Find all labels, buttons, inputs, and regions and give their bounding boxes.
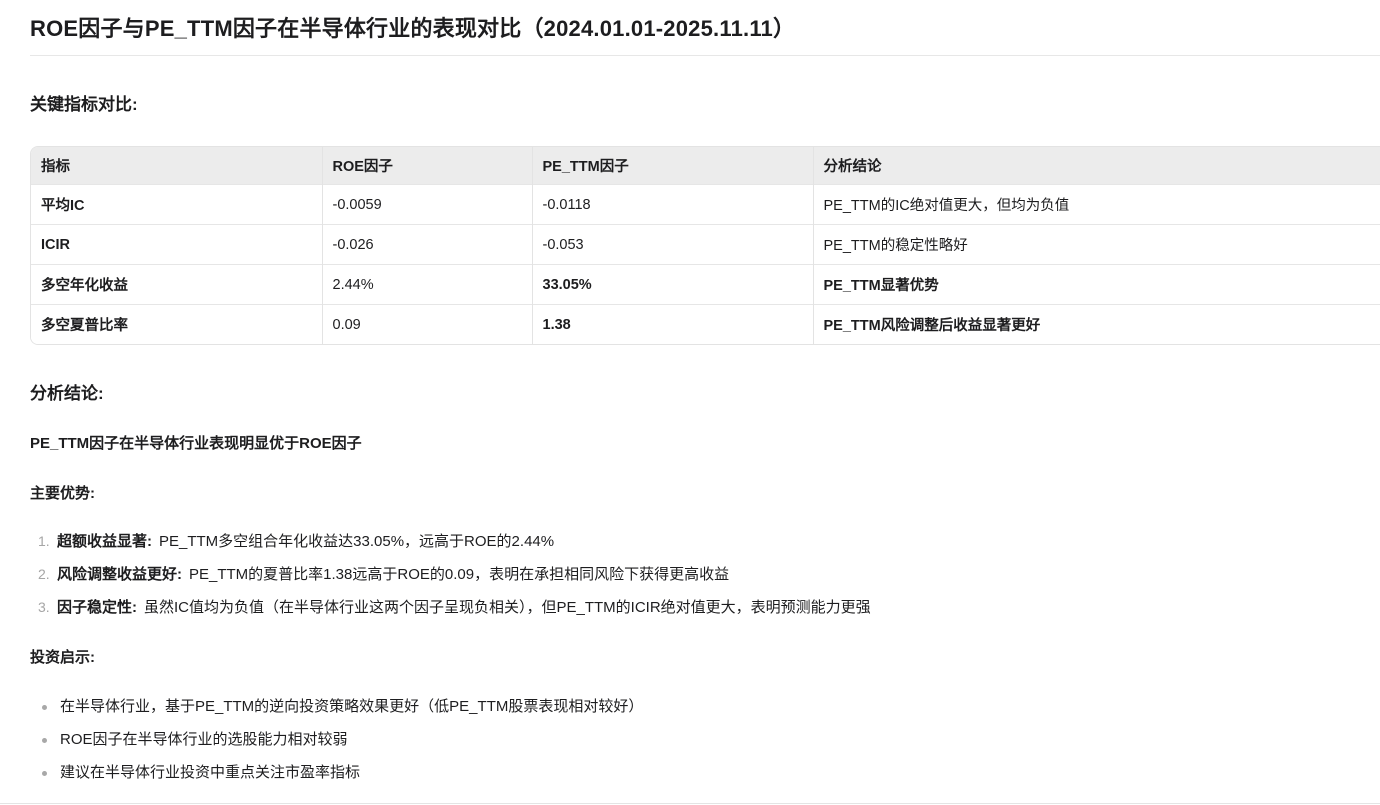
metrics-table: 指标 ROE因子 PE_TTM因子 分析结论 平均IC -0.0059 -0.0… — [31, 147, 1380, 344]
analysis-heading: 分析结论: — [30, 379, 1380, 404]
insight-text: 在半导体行业，基于PE_TTM的逆向投资策略效果更好（低PE_TTM股票表现相对… — [60, 697, 643, 716]
col-header-pettm: PE_TTM因子 — [532, 147, 813, 185]
cell-metric: 平均IC — [31, 185, 322, 225]
cell-pettm-value: -0.053 — [532, 225, 813, 265]
list-number: 3. — [38, 598, 57, 617]
cell-metric: 多空年化收益 — [31, 265, 322, 305]
table-row: 平均IC -0.0059 -0.0118 PE_TTM的IC绝对值更大，但均为负… — [31, 185, 1380, 225]
col-header-roe: ROE因子 — [322, 147, 532, 185]
list-number: 2. — [38, 565, 57, 584]
report-content: ROE因子与PE_TTM因子在半导体行业的表现对比（2024.01.01-202… — [0, 0, 1380, 805]
insight-text: 建议在半导体行业投资中重点关注市盈率指标 — [60, 763, 360, 782]
cell-conclusion: PE_TTM风险调整后收益显著更好 — [813, 305, 1380, 345]
list-number: 1. — [38, 532, 57, 551]
report-page: ROE因子与PE_TTM因子在半导体行业的表现对比（2024.01.01-202… — [0, 0, 1380, 805]
cell-roe-value: -0.0059 — [322, 185, 532, 225]
bullet-icon — [42, 738, 47, 743]
cell-pettm-value: -0.0118 — [532, 185, 813, 225]
advantage-text: 虽然IC值均为负值（在半导体行业这两个因子呈现负相关），但PE_TTM的ICIR… — [144, 598, 871, 617]
advantage-text: PE_TTM的夏普比率1.38远高于ROE的0.09，表明在承担相同风险下获得更… — [189, 565, 729, 584]
insights-heading: 投资启示: — [30, 646, 1380, 667]
table-row: 多空年化收益 2.44% 33.05% PE_TTM显著优势 — [31, 265, 1380, 305]
key-metrics-heading: 关键指标对比: — [30, 90, 1380, 115]
cell-pettm-value: 33.05% — [532, 265, 813, 305]
insights-list: 在半导体行业，基于PE_TTM的逆向投资策略效果更好（低PE_TTM股票表现相对… — [30, 697, 1380, 782]
table-row: 多空夏普比率 0.09 1.38 PE_TTM风险调整后收益显著更好 — [31, 305, 1380, 345]
cell-conclusion: PE_TTM的稳定性略好 — [813, 225, 1380, 265]
cell-metric: 多空夏普比率 — [31, 305, 322, 345]
cell-conclusion: PE_TTM的IC绝对值更大，但均为负值 — [813, 185, 1380, 225]
cell-roe-value: 0.09 — [322, 305, 532, 345]
table-header-row: 指标 ROE因子 PE_TTM因子 分析结论 — [31, 147, 1380, 185]
insight-text: ROE因子在半导体行业的选股能力相对较弱 — [60, 730, 348, 749]
list-item: 建议在半导体行业投资中重点关注市盈率指标 — [42, 763, 1380, 782]
advantages-list: 1. 超额收益显著: PE_TTM多空组合年化收益达33.05%，远高于ROE的… — [30, 532, 1380, 617]
bullet-icon — [42, 771, 47, 776]
metrics-table-wrapper: 指标 ROE因子 PE_TTM因子 分析结论 平均IC -0.0059 -0.0… — [30, 146, 1380, 345]
page-title: ROE因子与PE_TTM因子在半导体行业的表现对比（2024.01.01-202… — [30, 8, 1380, 56]
list-item: 1. 超额收益显著: PE_TTM多空组合年化收益达33.05%，远高于ROE的… — [38, 532, 1380, 551]
cell-metric: ICIR — [31, 225, 322, 265]
advantages-heading: 主要优势: — [30, 482, 1380, 503]
col-header-metric: 指标 — [31, 147, 322, 185]
list-item: 在半导体行业，基于PE_TTM的逆向投资策略效果更好（低PE_TTM股票表现相对… — [42, 697, 1380, 716]
bullet-icon — [42, 705, 47, 710]
list-item: 3. 因子稳定性: 虽然IC值均为负值（在半导体行业这两个因子呈现负相关），但P… — [38, 598, 1380, 617]
advantage-label: 因子稳定性: — [57, 598, 137, 617]
list-item: ROE因子在半导体行业的选股能力相对较弱 — [42, 730, 1380, 749]
col-header-conclusion: 分析结论 — [813, 147, 1380, 185]
list-item: 2. 风险调整收益更好: PE_TTM的夏普比率1.38远高于ROE的0.09，… — [38, 565, 1380, 584]
advantage-text: PE_TTM多空组合年化收益达33.05%，远高于ROE的2.44% — [159, 532, 554, 551]
cell-conclusion: PE_TTM显著优势 — [813, 265, 1380, 305]
table-row: ICIR -0.026 -0.053 PE_TTM的稳定性略好 — [31, 225, 1380, 265]
analysis-statement: PE_TTM因子在半导体行业表现明显优于ROE因子 — [30, 432, 1380, 453]
cell-roe-value: -0.026 — [322, 225, 532, 265]
bottom-divider — [0, 803, 1380, 804]
cell-pettm-value: 1.38 — [532, 305, 813, 345]
advantage-label: 超额收益显著: — [57, 532, 152, 551]
advantage-label: 风险调整收益更好: — [57, 565, 182, 584]
cell-roe-value: 2.44% — [322, 265, 532, 305]
